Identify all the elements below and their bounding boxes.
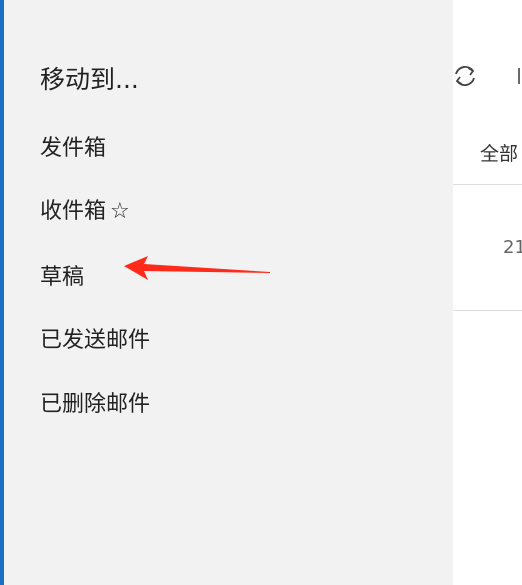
panel-title: 移动到... — [40, 65, 139, 94]
list-divider-top — [453, 184, 522, 185]
annotation-arrow-icon — [124, 256, 270, 280]
folder-label: 已删除邮件 — [40, 392, 151, 417]
folder-label: 已发送邮件 — [40, 328, 151, 353]
folder-label: 草稿 — [40, 265, 85, 290]
folder-item-deleted[interactable]: 已删除邮件 — [40, 386, 150, 418]
sync-icon[interactable] — [451, 62, 479, 90]
folder-item-outbox[interactable]: 发件箱 — [40, 130, 106, 162]
select-mode-icon[interactable] — [516, 62, 522, 90]
folder-label: 发件箱 — [40, 136, 107, 161]
favorite-star-icon[interactable]: ☆ — [110, 199, 130, 224]
filter-all-label[interactable]: 全部 — [480, 139, 518, 166]
folder-item-sent[interactable]: 已发送邮件 — [40, 322, 150, 354]
move-to-panel: 移动到... 发件箱 收件箱 ☆ 草稿 已发送邮件 已删除邮件 — [0, 0, 453, 585]
list-divider-bottom — [453, 310, 522, 311]
folder-item-inbox[interactable]: 收件箱 ☆ — [40, 193, 130, 225]
mail-item-date: 21 — [503, 237, 522, 258]
folder-label: 收件箱 — [40, 199, 107, 224]
folder-item-drafts[interactable]: 草稿 — [40, 259, 84, 291]
mail-app-window: 全部 21 移动到... 发件箱 收件箱 ☆ 草稿 已发送邮件 已删除邮件 — [0, 0, 522, 585]
